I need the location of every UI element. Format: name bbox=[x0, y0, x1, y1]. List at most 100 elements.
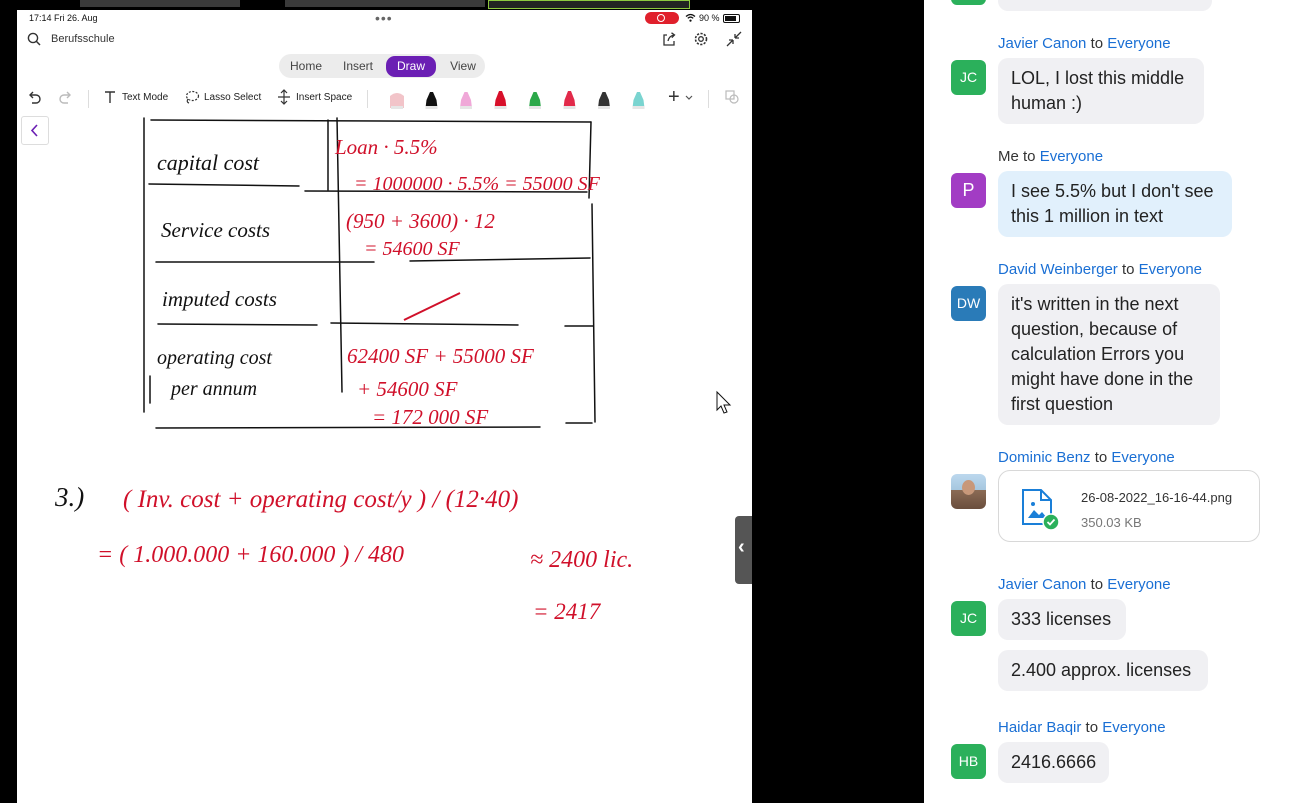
multitask-dots-icon[interactable]: ••• bbox=[375, 10, 393, 26]
operating-cost-line1: 62400 SF + 55000 SF bbox=[347, 344, 534, 368]
pen-tool[interactable] bbox=[529, 92, 541, 109]
lasso-select-icon[interactable] bbox=[184, 89, 200, 105]
shapes-icon[interactable] bbox=[724, 89, 740, 105]
row-label-capital-cost: capital cost bbox=[157, 150, 260, 175]
recipient-name[interactable]: Everyone bbox=[1102, 719, 1165, 736]
pen-tool[interactable] bbox=[598, 92, 610, 109]
to-label: to bbox=[1023, 148, 1036, 165]
file-attachment-card[interactable]: 26-08-2022_16-16-44.png 350.03 KB bbox=[998, 470, 1260, 542]
message-header: Javier Canon to Everyone bbox=[998, 35, 1171, 52]
message-text: question, because of bbox=[1011, 319, 1178, 339]
redo-icon[interactable] bbox=[58, 89, 74, 105]
thumbnail-active[interactable] bbox=[488, 0, 690, 9]
row-label-operating-cost: operating cost bbox=[157, 347, 272, 369]
text-mode-icon[interactable] bbox=[103, 89, 117, 105]
avatar: P bbox=[951, 173, 986, 208]
share-icon[interactable] bbox=[661, 31, 677, 47]
image-file-icon bbox=[1022, 489, 1059, 530]
message-bubble: LOL, I lost this middle human :) bbox=[998, 58, 1204, 124]
pen-tool[interactable] bbox=[425, 92, 438, 109]
imputed-dash-stroke bbox=[403, 292, 461, 321]
pen-tool[interactable] bbox=[494, 91, 507, 109]
row-label-imputed-costs: imputed costs bbox=[162, 287, 277, 311]
pen-tool[interactable] bbox=[632, 92, 645, 109]
tab-draw[interactable]: Draw bbox=[386, 56, 436, 77]
battery-icon bbox=[723, 14, 740, 23]
undo-icon[interactable] bbox=[26, 89, 42, 105]
lasso-select-button[interactable]: Lasso Select bbox=[204, 92, 261, 103]
q3-approx-result: ≈ 2400 lic. bbox=[530, 547, 633, 573]
sender-name[interactable]: David Weinberger bbox=[998, 261, 1118, 278]
capital-cost-line2: = 1000000 · 5.5% = 55000 SF bbox=[354, 173, 601, 195]
chat-panel: Javier Canon to Everyone JC LOL, I lost … bbox=[924, 0, 1296, 803]
sender-name[interactable]: Javier Canon bbox=[998, 35, 1086, 52]
thumbnail[interactable] bbox=[285, 0, 485, 7]
avatar: DW bbox=[951, 286, 986, 321]
message-bubble: 333 licenses bbox=[998, 599, 1126, 640]
recipient-name[interactable]: Everyone bbox=[1040, 148, 1103, 165]
screen-share-thumbnail-strip bbox=[0, 0, 924, 10]
q3-formula-line2: = ( 1.000.000 + 160.000 ) / 480 bbox=[97, 542, 404, 568]
tab-insert[interactable]: Insert bbox=[340, 58, 376, 75]
to-label: to bbox=[1094, 449, 1108, 466]
message-bubble bbox=[998, 0, 1212, 11]
sender-name[interactable]: Haidar Baqir bbox=[998, 719, 1081, 736]
status-time: 17:14 Fri 26. Aug bbox=[29, 13, 98, 23]
battery-percent: 90 % bbox=[699, 13, 720, 23]
message-text: 333 licenses bbox=[1011, 609, 1112, 629]
message-bubble: it's written in the next question, becau… bbox=[998, 284, 1220, 425]
question-number: 3.) bbox=[54, 482, 84, 512]
thumbnail[interactable] bbox=[80, 0, 240, 7]
tab-home[interactable]: Home bbox=[289, 58, 323, 75]
message-text: first question bbox=[1011, 394, 1114, 414]
recipient-name[interactable]: Everyone bbox=[1139, 261, 1202, 278]
mouse-cursor-icon bbox=[716, 390, 732, 414]
sender-name[interactable]: Javier Canon bbox=[998, 576, 1086, 593]
chevron-down-icon[interactable] bbox=[685, 94, 693, 102]
q3-exact-result: = 2417 bbox=[533, 599, 602, 624]
file-size: 350.03 KB bbox=[1081, 515, 1142, 530]
sender-name[interactable]: Dominic Benz bbox=[998, 449, 1091, 466]
pen-tool[interactable] bbox=[563, 91, 576, 109]
message-bubble: 2416.6666 bbox=[998, 742, 1109, 783]
message-header: Javier Canon to Everyone bbox=[998, 576, 1171, 593]
insert-space-icon[interactable] bbox=[276, 89, 292, 105]
text-mode-button[interactable]: Text Mode bbox=[122, 92, 168, 103]
insert-space-button[interactable]: Insert Space bbox=[296, 92, 352, 103]
message-header: Dominic Benz to Everyone bbox=[998, 449, 1175, 466]
sidebar-handle[interactable]: ‹ bbox=[735, 516, 752, 584]
eraser-tool[interactable] bbox=[390, 93, 404, 109]
collapse-icon[interactable] bbox=[726, 31, 742, 47]
avatar: HB bbox=[951, 744, 986, 779]
avatar-photo bbox=[951, 474, 986, 509]
to-label: to bbox=[1090, 576, 1104, 593]
message-text: human :) bbox=[1011, 93, 1083, 113]
message-text: I see 5.5% but I don't see bbox=[1011, 181, 1214, 201]
message-text: calculation Errors you bbox=[1011, 344, 1185, 364]
recipient-name[interactable]: Everyone bbox=[1111, 449, 1174, 466]
add-pen-icon[interactable]: + bbox=[668, 86, 680, 109]
row-label-per-annum: per annum bbox=[169, 378, 257, 400]
search-icon[interactable] bbox=[27, 32, 41, 46]
ios-status-bar: 17:14 Fri 26. Aug ••• 90 % bbox=[17, 10, 752, 27]
q3-formula-line1: ( Inv. cost + operating cost/y ) / (12·4… bbox=[123, 486, 518, 513]
gear-icon[interactable] bbox=[693, 31, 709, 47]
divider bbox=[88, 90, 89, 108]
recipient-name[interactable]: Everyone bbox=[1107, 576, 1170, 593]
tab-view[interactable]: View bbox=[447, 58, 479, 75]
pen-tool[interactable] bbox=[460, 92, 472, 109]
divider bbox=[708, 90, 709, 108]
avatar: JC bbox=[951, 601, 986, 636]
message-text: might have done in the bbox=[1011, 369, 1194, 389]
operating-cost-line3: = 172 000 SF bbox=[372, 405, 488, 429]
message-header: David Weinberger to Everyone bbox=[998, 261, 1202, 278]
ink-canvas[interactable]: capital cost Service costs imputed costs… bbox=[17, 112, 752, 803]
service-costs-line2: = 54600 SF bbox=[364, 238, 460, 260]
notebook-title: Berufsschule bbox=[51, 33, 115, 45]
message-header: Haidar Baqir to Everyone bbox=[998, 719, 1166, 736]
handwriting-black: capital cost Service costs imputed costs… bbox=[54, 150, 277, 512]
to-label: to bbox=[1121, 261, 1135, 278]
screen-recording-icon bbox=[645, 12, 679, 24]
recipient-name[interactable]: Everyone bbox=[1107, 35, 1170, 52]
file-name: 26-08-2022_16-16-44.png bbox=[1081, 490, 1233, 505]
